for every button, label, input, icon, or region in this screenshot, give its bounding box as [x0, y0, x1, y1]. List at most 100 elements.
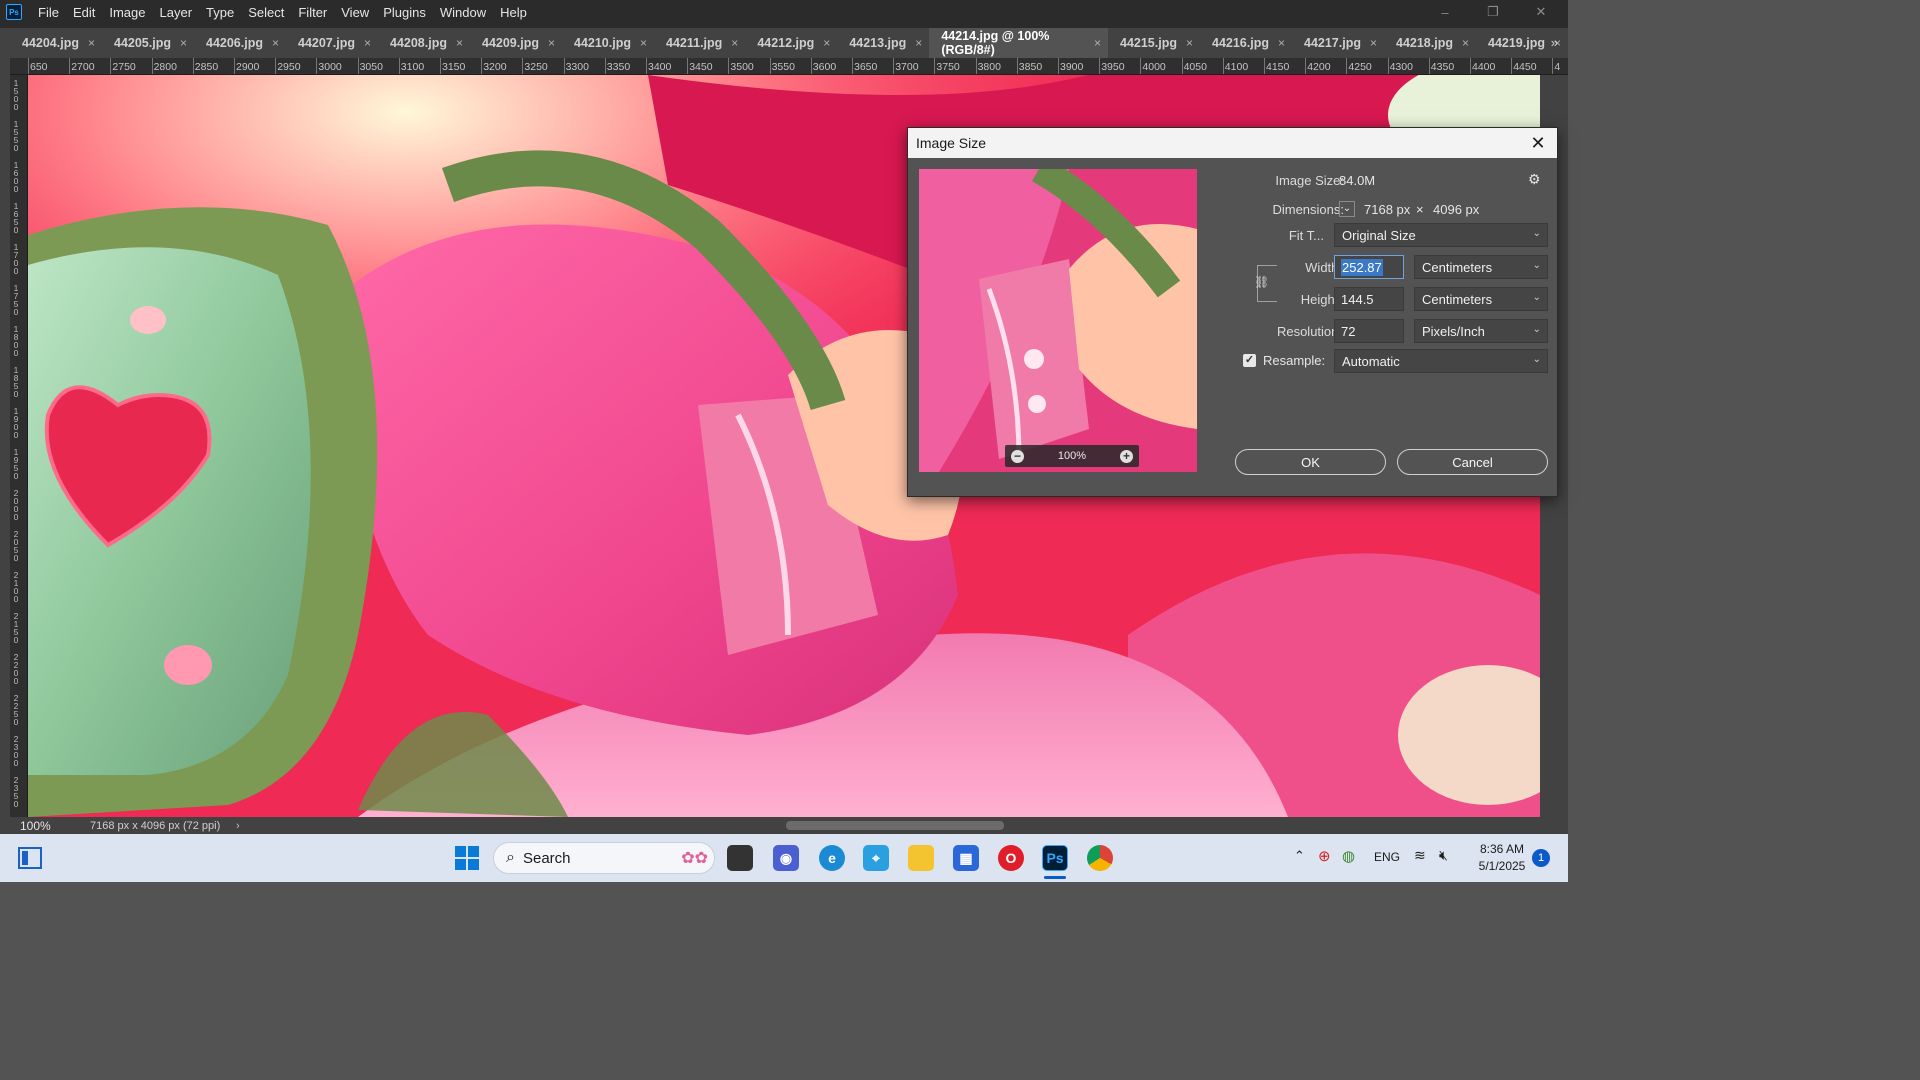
maximize-button[interactable]: ❐	[1470, 0, 1516, 24]
image-preview[interactable]: − 100% +	[919, 169, 1197, 472]
opera-icon[interactable]: O	[998, 845, 1024, 871]
tray-app-icon[interactable]: ⊕	[1318, 847, 1331, 865]
horizontal-scrollbar[interactable]	[268, 821, 1532, 830]
image-size-value: 84.0M	[1339, 173, 1376, 188]
tab-close-icon[interactable]: ×	[1462, 36, 1469, 50]
ok-button[interactable]: OK	[1235, 449, 1386, 475]
ruler-tick-label: 1750	[13, 283, 19, 317]
tab-44216[interactable]: 44216.jpg ×	[1200, 28, 1292, 58]
tab-close-icon[interactable]: ×	[1186, 36, 1193, 50]
ruler-tick	[1470, 58, 1471, 74]
tab-close-icon[interactable]: ×	[180, 36, 187, 50]
task-view-icon[interactable]	[17, 845, 43, 871]
cancel-button[interactable]: Cancel	[1397, 449, 1548, 475]
height-input[interactable]: 144.5	[1334, 287, 1404, 311]
tab-44208[interactable]: 44208.jpg ×	[378, 28, 470, 58]
resolution-input[interactable]: 72	[1334, 319, 1404, 343]
tab-close-icon[interactable]: ×	[456, 36, 463, 50]
minimize-button[interactable]: –	[1422, 0, 1468, 24]
resample-method-dropdown[interactable]: Automatic ⌄	[1334, 349, 1548, 373]
tab-44207[interactable]: 44207.jpg ×	[286, 28, 378, 58]
width-input[interactable]: 252.87	[1334, 255, 1404, 279]
tray-network-app-icon[interactable]: ◍	[1342, 847, 1355, 865]
photoshop-icon[interactable]: Ps	[1042, 845, 1068, 871]
tab-label: 44214.jpg @ 100% (RGB/8#)	[941, 29, 1050, 57]
close-window-button[interactable]: ✕	[1518, 0, 1564, 24]
tab-close-icon[interactable]: ×	[88, 36, 95, 50]
clock-time: 8:36 AM	[1479, 842, 1525, 856]
terminal-icon[interactable]	[727, 845, 753, 871]
ruler-vertical[interactable]: 1500 1550 1600 1650 1700 1750 1800 1850 1900 1950…	[10, 75, 28, 817]
chrome-icon[interactable]	[1087, 845, 1113, 871]
tab-close-icon[interactable]: ×	[731, 36, 738, 50]
menu-type[interactable]: Type	[199, 5, 241, 20]
tray-overflow-chevron-icon[interactable]: ⌃	[1294, 848, 1305, 864]
tab-close-icon[interactable]: ×	[915, 36, 922, 50]
tab-close-icon[interactable]: ×	[823, 36, 830, 50]
menu-view[interactable]: View	[334, 5, 376, 20]
settings-gear-icon[interactable]: ⚙	[1528, 171, 1541, 188]
menu-file[interactable]: File	[31, 5, 66, 20]
microsoft-store-icon[interactable]: ▦	[953, 845, 979, 871]
tab-44217[interactable]: 44217.jpg ×	[1292, 28, 1384, 58]
taskbar-search-box[interactable]: ⌕ Search ✿✿	[493, 842, 715, 874]
width-unit-dropdown[interactable]: Centimeters ⌄	[1414, 255, 1548, 279]
menu-layer[interactable]: Layer	[153, 5, 200, 20]
tab-close-icon[interactable]: ×	[1278, 36, 1285, 50]
zoom-out-icon[interactable]: −	[1011, 449, 1024, 463]
resample-checkbox[interactable]: ✓	[1243, 354, 1256, 367]
snipping-tool-icon[interactable]: ⌖	[863, 845, 889, 871]
tab-44212[interactable]: 44212.jpg ×	[745, 28, 838, 58]
tab-overflow-icon[interactable]: »	[1551, 35, 1558, 50]
ruler-tick-label: 3500	[730, 61, 754, 73]
tab-close-icon[interactable]: ×	[640, 36, 647, 50]
ruler-tick-label: 3950	[1101, 61, 1125, 73]
ruler-tick	[1511, 58, 1513, 74]
start-windows-icon[interactable]	[454, 845, 480, 871]
dialog-titlebar[interactable]: Image Size ✕	[908, 128, 1557, 158]
menu-image[interactable]: Image	[102, 5, 152, 20]
tab-44210[interactable]: 44210.jpg ×	[562, 28, 654, 58]
menu-filter[interactable]: Filter	[291, 5, 334, 20]
constrain-proportions-link-icon[interactable]: ⛓	[1254, 273, 1269, 291]
clock[interactable]: 8:36 AM 5/1/2025	[1472, 841, 1532, 875]
tab-close-icon[interactable]: ×	[548, 36, 555, 50]
tab-close-icon[interactable]: ×	[1094, 36, 1101, 50]
menu-help[interactable]: Help	[493, 5, 534, 20]
menu-edit[interactable]: Edit	[66, 5, 102, 20]
zoom-level-field[interactable]: 100%	[20, 819, 90, 833]
tab-close-icon[interactable]: ×	[1370, 36, 1377, 50]
horizontal-scroll-thumb[interactable]	[786, 821, 1004, 830]
edge-icon[interactable]: e	[819, 845, 845, 871]
language-indicator[interactable]: ENG	[1374, 850, 1400, 864]
tab-44214-active[interactable]: 44214.jpg @ 100% (RGB/8#) ×	[929, 28, 1108, 58]
ruler-tick	[852, 58, 853, 74]
notification-badge[interactable]: 1	[1532, 849, 1550, 867]
tab-close-icon[interactable]: ×	[364, 36, 371, 50]
tab-close-icon[interactable]: ×	[272, 36, 279, 50]
ruler-horizontal[interactable]: 650 2700 2750 2800 2850 2900 2950 3000 3050 3100 3…	[10, 58, 1568, 75]
volume-muted-icon[interactable]: 🔇︎	[1439, 847, 1448, 864]
dialog-close-icon[interactable]: ✕	[1527, 132, 1549, 154]
tab-44213[interactable]: 44213.jpg ×	[837, 28, 930, 58]
tab-44215[interactable]: 44215.jpg ×	[1108, 28, 1200, 58]
zoom-in-icon[interactable]: +	[1119, 449, 1133, 463]
menu-plugins[interactable]: Plugins	[376, 5, 433, 20]
file-explorer-icon[interactable]	[908, 845, 934, 871]
tab-44204[interactable]: 44204.jpg ×	[10, 28, 102, 58]
menu-select[interactable]: Select	[241, 5, 291, 20]
tab-44206[interactable]: 44206.jpg ×	[194, 28, 286, 58]
wifi-icon[interactable]: ≋	[1414, 847, 1426, 864]
tab-44209[interactable]: 44209.jpg ×	[470, 28, 562, 58]
height-unit-dropdown[interactable]: Centimeters ⌄	[1414, 287, 1548, 311]
dimensions-unit-toggle-chevron-icon[interactable]: ⌄	[1339, 201, 1355, 217]
tab-44218[interactable]: 44218.jpg ×	[1384, 28, 1476, 58]
tab-44205[interactable]: 44205.jpg ×	[102, 28, 194, 58]
tab-44211[interactable]: 44211.jpg ×	[654, 28, 746, 58]
resolution-unit-dropdown[interactable]: Pixels/Inch ⌄	[1414, 319, 1548, 343]
ruler-tick-label: 650	[30, 61, 48, 73]
status-info-arrow-icon[interactable]: ›	[236, 820, 240, 832]
teams-chat-icon[interactable]: ◉	[773, 845, 799, 871]
menu-window[interactable]: Window	[433, 5, 493, 20]
fit-to-dropdown[interactable]: Original Size ⌄	[1334, 223, 1548, 247]
